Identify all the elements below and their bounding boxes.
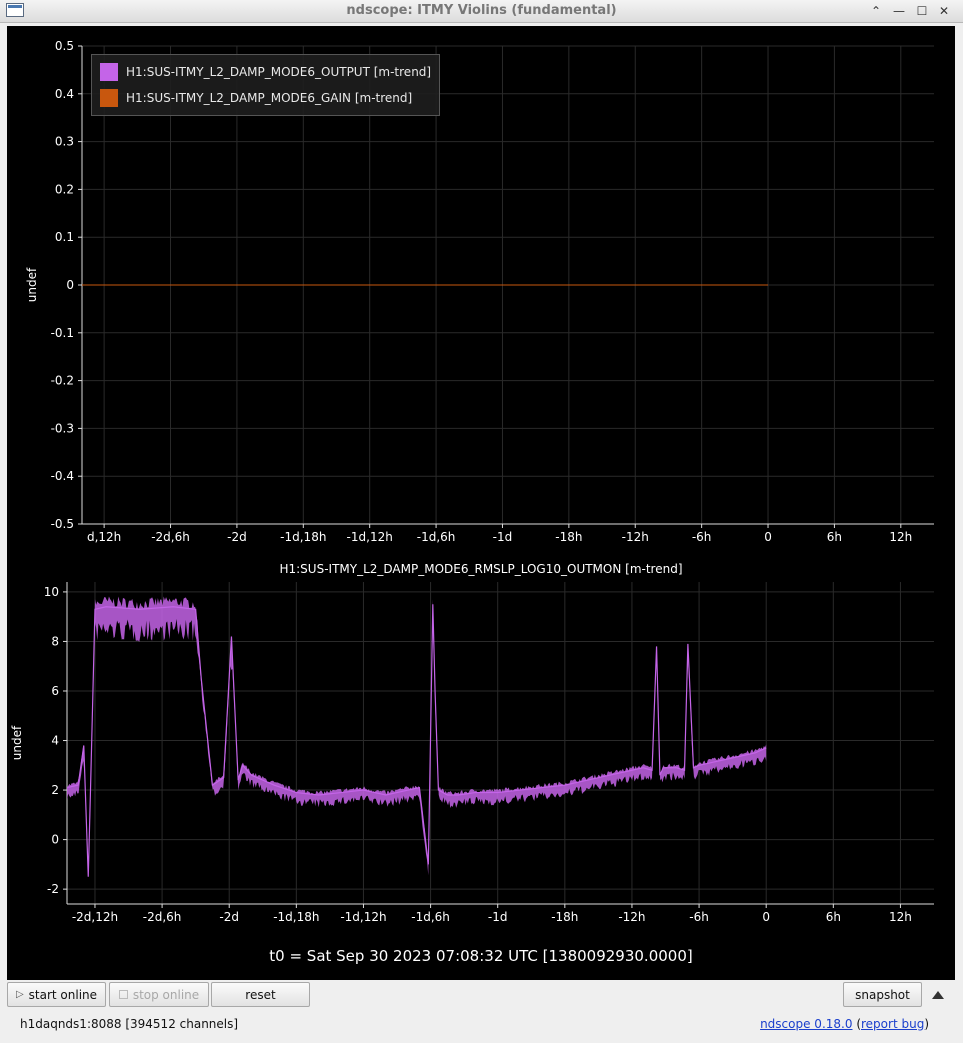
x-tick-label: 0 — [764, 530, 772, 544]
minimize-window-icon[interactable]: — — [891, 3, 907, 19]
x-tick-label: -2d — [227, 530, 247, 544]
y-axis-label: undef — [25, 267, 39, 302]
x-tick-label: -6h — [692, 530, 712, 544]
x-tick-label: -1d,6h — [411, 910, 450, 924]
bottom-plot-title: H1:SUS-ITMY_L2_DAMP_MODE6_RMSLP_LOG10_OU… — [279, 562, 683, 576]
x-tick-label: -1d,12h — [347, 530, 393, 544]
control-bar: ▷ start online stop online reset snapsho… — [0, 980, 963, 1043]
snapshot-label: snapshot — [855, 987, 910, 1002]
expand-panel-icon[interactable] — [932, 991, 944, 999]
series-band-0 — [67, 596, 767, 876]
t0-label: t0 = Sat Sep 30 2023 07:08:32 UTC [13800… — [269, 947, 693, 965]
shade-window-icon[interactable]: ⌃ — [868, 3, 884, 19]
y-tick-label: 0.3 — [55, 135, 74, 149]
legend-label-gain: H1:SUS-ITMY_L2_DAMP_MODE6_GAIN [m-trend] — [126, 91, 413, 105]
y-tick-label: 0 — [51, 833, 59, 847]
y-tick-label: 10 — [44, 585, 59, 599]
version-link[interactable]: ndscope 0.18.0 — [760, 1017, 852, 1031]
x-tick-label: -6h — [689, 910, 709, 924]
legend-item-output: H1:SUS-ITMY_L2_DAMP_MODE6_OUTPUT [m-tren… — [100, 59, 431, 85]
x-tick-label: 6h — [827, 530, 842, 544]
y-tick-label: 0 — [66, 278, 74, 292]
stop-online-label: stop online — [132, 987, 200, 1002]
y-tick-label: 0.1 — [55, 230, 74, 244]
start-online-button[interactable]: ▷ start online — [7, 982, 106, 1007]
y-tick-label: -0.3 — [51, 421, 74, 435]
bottom-plot[interactable]: 10 8 6 4 2 0 -2 -2d,12h -2d,6h -2d -1d,18h -1d,12h -… — [7, 578, 955, 958]
x-tick-label: -2d — [219, 910, 239, 924]
x-tick-label: -1d,6h — [417, 530, 456, 544]
x-tick-label: -18h — [555, 530, 582, 544]
reset-label: reset — [245, 987, 276, 1002]
y-tick-label: 0.2 — [55, 182, 74, 196]
legend-swatch-output — [100, 63, 118, 81]
start-online-label: start online — [28, 987, 98, 1002]
x-tick-label: -18h — [551, 910, 578, 924]
y-tick-label: 8 — [51, 634, 59, 648]
x-tick-label: -2d,12h — [72, 910, 118, 924]
x-tick-label: -1d,18h — [273, 910, 319, 924]
x-tick-label: 12h — [889, 910, 912, 924]
y-tick-label: -0.4 — [51, 469, 74, 483]
y-axis-label: undef — [10, 725, 24, 760]
y-tick-label: 0.4 — [55, 87, 74, 101]
top-plot-legend[interactable]: H1:SUS-ITMY_L2_DAMP_MODE6_OUTPUT [m-tren… — [91, 54, 441, 116]
maximize-window-icon[interactable]: ☐ — [914, 3, 930, 19]
x-tick-label: -12h — [618, 910, 645, 924]
legend-item-gain: H1:SUS-ITMY_L2_DAMP_MODE6_GAIN [m-trend] — [100, 85, 431, 111]
version-info: ndscope 0.18.0 (report bug) — [760, 1017, 929, 1031]
close-window-icon[interactable]: ✕ — [936, 3, 952, 19]
x-tick-label: -12h — [622, 530, 649, 544]
report-bug-link[interactable]: report bug — [861, 1017, 924, 1031]
x-tick-label: 0 — [762, 910, 770, 924]
x-tick-label: -1d,18h — [280, 530, 326, 544]
x-tick-label: -1d,12h — [340, 910, 386, 924]
y-tick-label: -0.5 — [51, 517, 74, 531]
y-tick-label: 6 — [51, 684, 59, 698]
window-title: ndscope: ITMY Violins (fundamental) — [346, 3, 617, 18]
reset-button[interactable]: reset — [211, 982, 310, 1007]
y-tick-label: -0.2 — [51, 374, 74, 388]
y-tick-label: 4 — [51, 734, 59, 748]
x-tick-label: -1d — [493, 530, 513, 544]
x-tick-label: 6h — [826, 910, 841, 924]
x-tick-label: d,12h — [87, 530, 121, 544]
play-icon: ▷ — [15, 989, 24, 1000]
y-tick-label: 0.5 — [55, 39, 74, 53]
plot-area[interactable]: 0.5 0.4 0.3 0.2 0.1 0 -0.1 -0.2 -0.3 -0.4 -0.5 d,12… — [7, 26, 955, 980]
x-tick-label: 12h — [889, 530, 912, 544]
x-tick-label: -2d,6h — [151, 530, 190, 544]
legend-swatch-gain — [100, 89, 118, 107]
y-tick-label: -0.1 — [51, 326, 74, 340]
nds-status-text: h1daqnds1:8088 [394512 channels] — [20, 1017, 239, 1031]
stop-icon — [118, 990, 128, 999]
x-tick-label: -1d — [488, 910, 508, 924]
x-tick-label: -2d,6h — [143, 910, 182, 924]
window-titlebar[interactable]: ndscope: ITMY Violins (fundamental) ⌃ — … — [0, 0, 963, 23]
legend-label-output: H1:SUS-ITMY_L2_DAMP_MODE6_OUTPUT [m-tren… — [126, 65, 432, 79]
y-tick-label: -2 — [47, 882, 59, 896]
stop-online-button[interactable]: stop online — [109, 982, 209, 1007]
snapshot-button[interactable]: snapshot — [843, 982, 922, 1007]
y-tick-label: 2 — [51, 783, 59, 797]
paren-close: ) — [924, 1017, 929, 1031]
